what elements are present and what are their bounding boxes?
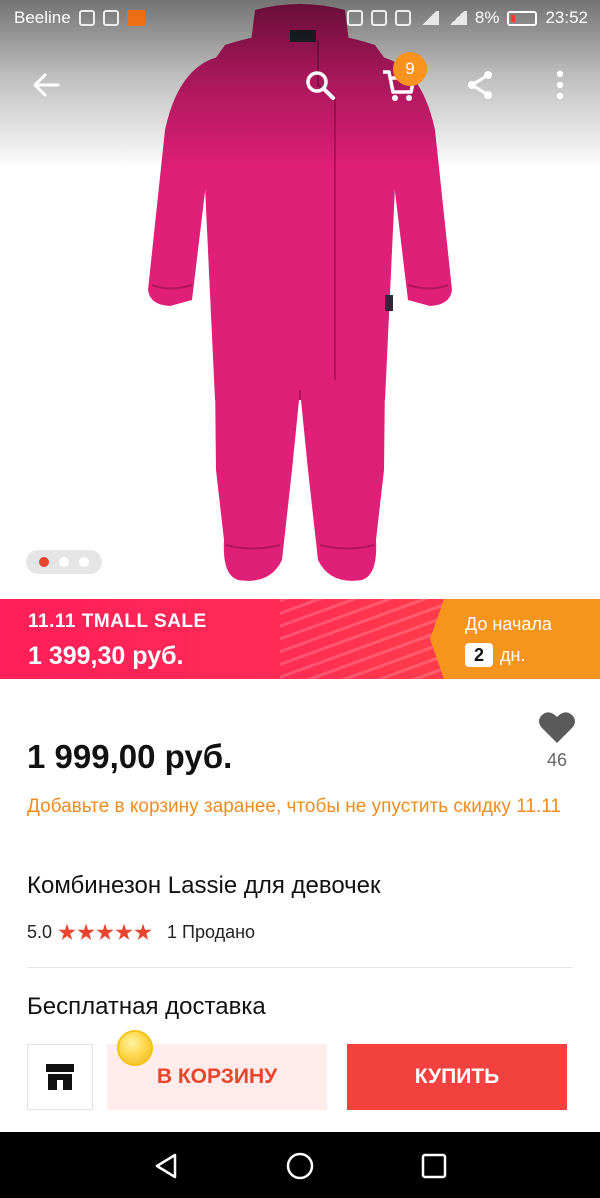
carrier-label: Beeline [14,8,71,27]
share-button[interactable] [456,61,504,109]
carousel-dot[interactable] [59,557,69,567]
sold-count: 1 Продано [167,922,256,942]
triangle-back-icon [155,1153,177,1179]
system-nav-bar [0,1132,600,1198]
star-icon [96,923,114,940]
bluetooth-icon [346,10,363,26]
countdown-label: До начала [465,614,552,634]
rating-stars [58,923,153,942]
vibrate-icon [370,10,387,26]
star-icon [77,923,95,940]
nav-recents-button[interactable] [418,1150,450,1182]
rating-row[interactable]: 5.0 1 Продано [27,922,255,943]
search-icon [306,71,335,100]
sale-title: 11.11 TMALL SALE [28,611,207,632]
circle-home-icon [286,1152,314,1180]
notification-icon [102,10,119,26]
divider [27,967,573,968]
coin-icon [117,1030,153,1066]
more-icon [556,70,564,100]
sale-price: 1 399,30 руб. [28,642,184,670]
signal-icon [446,11,467,25]
battery-percent: 8% [474,8,500,27]
share-icon [468,71,492,99]
carousel-dot[interactable] [79,557,89,567]
square-recents-icon [421,1153,447,1179]
aliexpress-icon [126,10,145,26]
carousel-indicator[interactable] [26,550,102,574]
store-button[interactable] [27,1044,93,1110]
product-gallery[interactable]: Beeline 8% 23:52 9 [0,0,600,600]
clock: 23:52 [545,8,588,27]
nav-home-button[interactable] [284,1150,316,1182]
favorites-count: 46 [546,750,568,770]
countdown-days: 2 [465,643,493,667]
product-price: 1 999,00 руб. [27,738,233,775]
star-icon [58,923,76,940]
store-icon [46,1064,74,1090]
product-title: Комбинезон Lassie для девочек [27,872,381,899]
cart-count-badge: 9 [393,52,427,86]
favorite-button[interactable]: 46 [532,710,582,790]
search-button[interactable] [296,61,344,109]
star-icon [115,923,133,940]
status-bar: Beeline 8% 23:52 [0,0,600,40]
wifi-icon [418,11,439,25]
countdown-unit: дн. [500,645,526,665]
back-arrow-icon [33,73,60,97]
top-toolbar [0,55,600,115]
preorder-hint: Добавьте в корзину заранее, чтобы не упу… [27,796,561,817]
star-icon [134,923,152,940]
nav-back-button[interactable] [150,1150,182,1182]
buy-now-button[interactable]: КУПИТЬ [347,1044,567,1110]
heart-icon [539,712,575,743]
delivery-info[interactable]: Бесплатная доставка [27,993,266,1021]
activity-icon [78,10,95,26]
rating-value: 5.0 [27,922,53,942]
back-button[interactable] [22,61,70,109]
more-button[interactable] [536,61,584,109]
countdown-panel [430,599,600,679]
battery-icon [507,10,538,26]
alarm-icon [394,10,411,26]
carousel-dot[interactable] [39,557,49,567]
